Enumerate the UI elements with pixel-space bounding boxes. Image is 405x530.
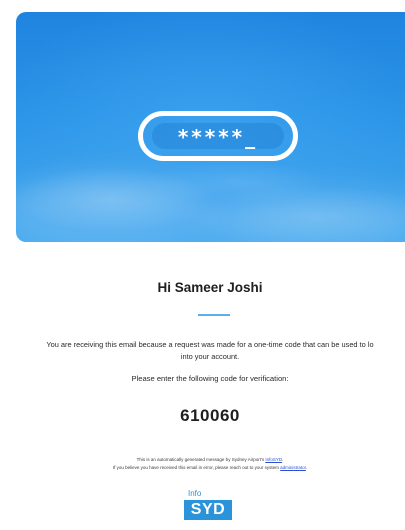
infosyd-link[interactable]: InfoSYD (265, 457, 282, 462)
greeting-heading: Hi Sameer Joshi (157, 280, 263, 295)
hero-cloud (16, 172, 216, 242)
logo-info-text: Info (188, 489, 202, 498)
footer-text: . (282, 457, 284, 462)
accent-divider (198, 314, 230, 316)
body-line: You are receiving this email because a r… (46, 340, 374, 349)
hero-cloud (196, 187, 405, 242)
email-footer: This is an automatically generated messa… (0, 456, 405, 472)
infosyd-logo: Info SYD (184, 490, 232, 530)
footer-line: If you believe you have received this em… (0, 464, 405, 472)
masked-password-icon: *****_ (138, 111, 298, 161)
masked-password-text: *****_ (177, 125, 259, 149)
logo-syd-box: SYD (184, 500, 232, 520)
email-body: You are receiving this email because a r… (0, 339, 405, 363)
email-page: *****_ Hi Sameer Joshi You are receiving… (0, 0, 405, 530)
footer-text: . (305, 465, 308, 470)
footer-line: This is an automatically generated messa… (0, 456, 405, 464)
verification-code: 610060 (180, 406, 240, 425)
administrator-link[interactable]: administrator (280, 465, 306, 470)
hero-banner: *****_ (16, 12, 405, 242)
body-line: into your account. (180, 352, 240, 361)
footer-text: This is an automatically generated messa… (136, 457, 266, 462)
footer-text: If you believe you have received this em… (112, 465, 281, 470)
verification-instruction: Please enter the following code for veri… (131, 374, 289, 383)
